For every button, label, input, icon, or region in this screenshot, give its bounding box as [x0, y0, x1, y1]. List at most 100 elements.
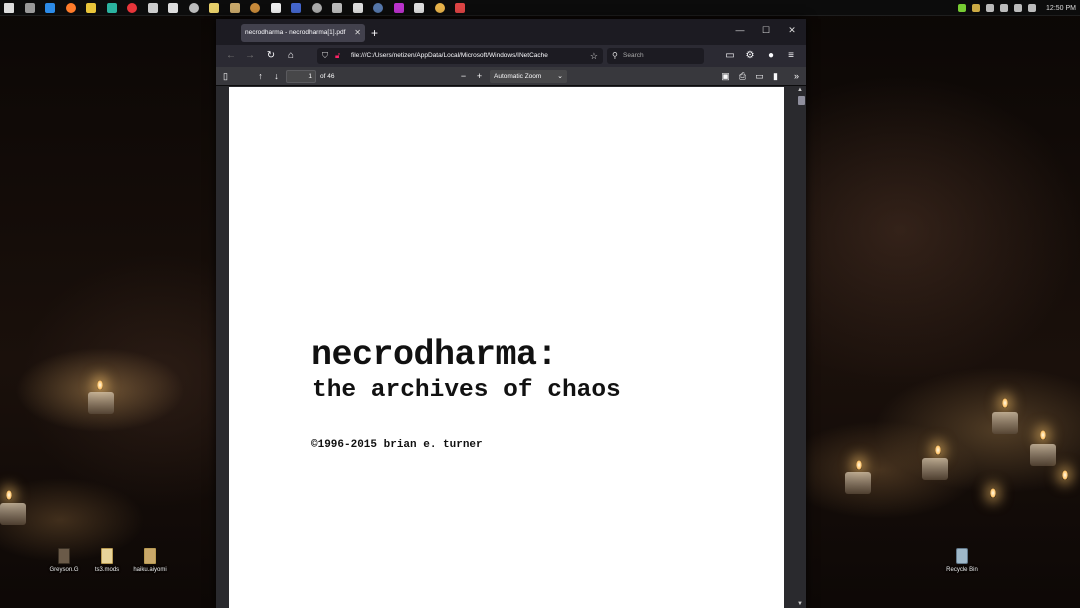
scroll-up-icon[interactable]: ▲: [797, 87, 803, 93]
titlebar: necrodharma - necrodharma[1].pdf ✕ + — ☐…: [216, 19, 806, 45]
app-icon[interactable]: [434, 3, 445, 13]
pdf-toolbar: ▯ ↑ ↓ 1 of 46 − + Automatic Zoom ⌄ ▣ ⎙ ▭…: [216, 67, 806, 86]
candle-flame: [1040, 430, 1046, 440]
extensions-gear-icon[interactable]: ⚙: [743, 49, 757, 63]
save-icon[interactable]: ▭: [753, 70, 766, 83]
search-icon: ⚲: [612, 51, 618, 60]
home-icon[interactable]: ⌂: [284, 49, 298, 63]
search-input[interactable]: ⚲ Search: [607, 48, 704, 64]
zoom-out-icon[interactable]: −: [457, 70, 470, 83]
app-icon[interactable]: [332, 3, 342, 13]
app-icon[interactable]: [311, 3, 322, 13]
maximize-button[interactable]: ☐: [756, 25, 776, 36]
settings-icon[interactable]: [24, 3, 35, 13]
candle: [922, 458, 948, 480]
presentation-mode-icon[interactable]: ▣: [719, 70, 732, 83]
bookmark-icon[interactable]: ▮: [769, 70, 782, 83]
app-icon[interactable]: [291, 3, 301, 13]
account-icon[interactable]: ●: [764, 49, 778, 63]
file-icon: [58, 548, 70, 564]
reload-icon[interactable]: ↻: [264, 49, 278, 63]
app-icon[interactable]: [229, 3, 240, 13]
tab-close-icon[interactable]: ✕: [354, 24, 361, 42]
recycle-bin-icon: [956, 548, 968, 564]
document-subtitle: the archives of chaos: [312, 377, 621, 404]
sidebar-toggle-icon[interactable]: ▯: [219, 70, 232, 83]
app-icon[interactable]: [188, 3, 199, 13]
menu-icon[interactable]: ≡: [784, 49, 798, 63]
app-icon[interactable]: [455, 3, 465, 13]
app-icon[interactable]: [414, 3, 424, 13]
clock[interactable]: 12:50 PM: [1046, 5, 1076, 12]
print-icon[interactable]: ⎙: [736, 70, 749, 83]
taskbar: 12:50 PM: [0, 0, 1080, 16]
firefox-icon[interactable]: [65, 3, 76, 13]
search-placeholder: Search: [623, 52, 644, 59]
tab-active[interactable]: necrodharma - necrodharma[1].pdf ✕: [241, 24, 365, 42]
app-icon[interactable]: [352, 3, 363, 13]
windows-start-icon[interactable]: [4, 3, 14, 13]
desktop-icon-greyson[interactable]: Greyson.G: [42, 548, 86, 573]
chevron-down-icon: ⌄: [557, 73, 563, 80]
scroll-down-icon[interactable]: ▼: [797, 601, 803, 607]
candle: [845, 472, 871, 494]
candle-flame: [6, 490, 12, 500]
tray-app-icon[interactable]: [972, 4, 981, 12]
candle: [1030, 444, 1056, 466]
desktop-icon-label: Greyson.G: [49, 567, 79, 573]
bookmark-star-icon[interactable]: ☆: [590, 48, 598, 64]
url-bar[interactable]: ⛉ 🔓︎ file:///C:/Users/netizen/AppData/Lo…: [317, 48, 603, 64]
firefox-window: necrodharma - necrodharma[1].pdf ✕ + — ☐…: [216, 19, 806, 608]
new-tab-button[interactable]: +: [371, 24, 378, 42]
app-icon[interactable]: [147, 3, 158, 13]
pdf-page: necrodharma: the archives of chaos ©1996…: [229, 87, 784, 608]
nvidia-icon[interactable]: [958, 4, 967, 12]
app-icon[interactable]: [209, 3, 219, 13]
candle-flame: [935, 445, 941, 455]
document-title: necrodharma:: [311, 335, 558, 375]
close-button[interactable]: ✕: [782, 25, 802, 36]
lock-icon[interactable]: 🔓︎: [335, 48, 340, 64]
previous-page-icon[interactable]: ↑: [254, 70, 267, 83]
minimize-button[interactable]: —: [730, 25, 750, 35]
pdf-viewer[interactable]: necrodharma: the archives of chaos ©1996…: [216, 86, 806, 608]
display-icon[interactable]: [1000, 4, 1009, 12]
zoom-select[interactable]: Automatic Zoom ⌄: [490, 70, 567, 83]
app-icon[interactable]: [250, 3, 260, 13]
desktop-icon-ts3-mods[interactable]: ts3.mods: [85, 548, 129, 573]
edge-icon[interactable]: [106, 3, 117, 13]
desktop-icon-recycle-bin[interactable]: Recycle Bin: [940, 548, 984, 573]
app-icon[interactable]: [393, 3, 404, 13]
volume-icon[interactable]: [1028, 4, 1037, 12]
candle-flame: [990, 488, 996, 498]
tab-title: necrodharma - necrodharma[1].pdf: [245, 29, 346, 36]
next-page-icon[interactable]: ↓: [270, 70, 283, 83]
back-icon[interactable]: ←: [224, 49, 238, 63]
vivaldi-icon[interactable]: [127, 3, 137, 13]
vscode-icon[interactable]: [45, 3, 55, 13]
desktop-icon-label: haiku.aiyomi: [133, 567, 167, 573]
candle-flame: [1062, 470, 1068, 480]
candle-flame: [1002, 398, 1008, 408]
desktop-icon-haiku-aiyomi[interactable]: haiku.aiyomi: [128, 548, 172, 573]
folder-icon[interactable]: ▭: [723, 49, 737, 63]
tools-chevron-icon[interactable]: »: [790, 70, 803, 83]
wifi-icon[interactable]: [1014, 4, 1023, 12]
desktop-icon-label: ts3.mods: [94, 567, 120, 573]
app-icon[interactable]: [270, 3, 281, 13]
zoom-in-icon[interactable]: +: [473, 70, 486, 83]
forward-icon[interactable]: →: [243, 49, 257, 63]
folder-icon: [144, 548, 156, 564]
url-text[interactable]: file:///C:/Users/netizen/AppData/Local/M…: [351, 48, 579, 64]
scrollbar[interactable]: ▲ ▼: [795, 86, 806, 608]
app-icon[interactable]: [168, 3, 178, 13]
shield-icon[interactable]: ⛉: [322, 48, 328, 64]
app-icon[interactable]: [373, 3, 383, 13]
chrome-icon[interactable]: [86, 3, 96, 13]
scrollbar-thumb[interactable]: [798, 96, 805, 105]
system-tray: 12:50 PM: [958, 0, 1076, 16]
page-number-input[interactable]: 1: [286, 70, 316, 83]
candle: [992, 412, 1018, 434]
folder-icon: [101, 548, 113, 564]
network-icon[interactable]: [986, 4, 995, 12]
